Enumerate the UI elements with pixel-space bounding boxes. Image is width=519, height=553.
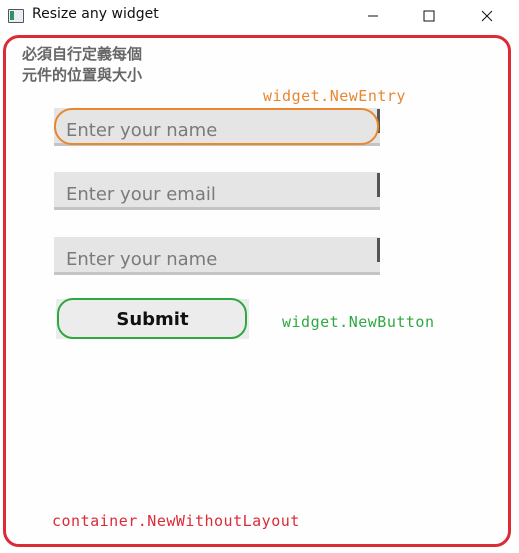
minimize-button[interactable] — [350, 0, 396, 32]
email-input[interactable] — [54, 172, 380, 207]
name-input[interactable] — [54, 108, 380, 143]
container-annotation: container.NewWithoutLayout — [52, 512, 300, 530]
entry-edge-marker — [377, 238, 380, 262]
app-window-icon — [8, 9, 24, 23]
title-bar[interactable]: Resize any widget — [0, 0, 519, 32]
window-title: Resize any widget — [32, 6, 159, 22]
layout-note: 必須自行定義每個 元件的位置與大小 — [22, 45, 143, 84]
close-icon — [481, 10, 493, 22]
entry-edge-marker — [377, 173, 380, 197]
second-name-entry[interactable] — [54, 237, 380, 275]
second-name-input[interactable] — [54, 237, 380, 272]
window-content: 必須自行定義每個 元件的位置與大小 widget.NewEntry Submit… — [0, 32, 519, 553]
submit-button[interactable]: Submit — [56, 299, 249, 339]
close-button[interactable] — [464, 0, 510, 32]
maximize-icon — [423, 10, 435, 22]
name-entry[interactable] — [54, 108, 380, 146]
entry-annotation: widget.NewEntry — [263, 87, 406, 105]
button-annotation: widget.NewButton — [282, 313, 435, 331]
maximize-button[interactable] — [406, 0, 452, 32]
email-entry[interactable] — [54, 172, 380, 210]
minimize-icon — [368, 15, 378, 17]
entry-edge-marker — [377, 109, 380, 133]
